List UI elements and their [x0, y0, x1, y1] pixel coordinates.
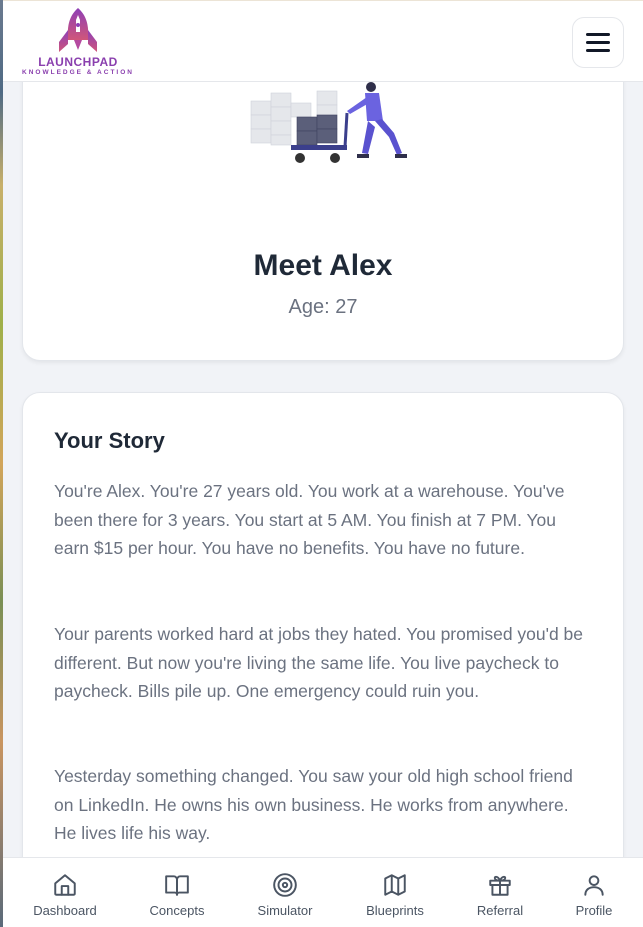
nav-item-blueprints[interactable]: Blueprints — [350, 858, 440, 927]
logo-title: LAUNCHPAD — [38, 55, 118, 69]
nav-item-referral[interactable]: Referral — [455, 858, 545, 927]
character-card: Meet Alex Age: 27 — [22, 40, 624, 361]
nav-item-concepts[interactable]: Concepts — [132, 858, 222, 927]
warehouse-worker-illustration — [250, 82, 407, 163]
menu-button[interactable] — [572, 17, 624, 68]
nav-label: Dashboard — [33, 903, 97, 918]
logo-tagline: KNOWLEDGE & ACTION — [22, 69, 134, 76]
story-title: Your Story — [54, 428, 165, 453]
book-icon — [165, 875, 189, 896]
nav-label: Referral — [476, 903, 524, 918]
user-icon — [584, 875, 604, 896]
character-age: Age: 27 — [288, 296, 358, 318]
story-paragraph: Your parents worked hard at jobs they ha… — [54, 624, 584, 701]
launchpad-logo[interactable]: LAUNCHPAD KNOWLEDGE & ACTION — [22, 6, 134, 78]
nav-item-dashboard[interactable]: Dashboard — [20, 858, 110, 927]
story-paragraph: Yesterday something changed. You saw you… — [54, 766, 573, 843]
target-icon — [273, 873, 297, 897]
nav-label: Blueprints — [366, 903, 424, 918]
nav-label: Profile — [575, 903, 613, 918]
map-icon — [384, 874, 406, 896]
rocket-icon — [59, 8, 97, 52]
nav-item-profile[interactable]: Profile — [549, 858, 639, 927]
hamburger-menu-icon — [586, 33, 610, 36]
character-name: Meet Alex — [253, 249, 393, 282]
nav-label: Concepts — [149, 903, 205, 918]
page-edge-decoration — [0, 0, 3, 927]
app-header: LAUNCHPAD KNOWLEDGE & ACTION — [0, 0, 643, 82]
gift-icon — [489, 875, 511, 896]
nav-item-simulator[interactable]: Simulator — [240, 858, 330, 927]
home-icon — [54, 874, 76, 896]
story-card: Your Story You're Alex. You're 27 years … — [22, 392, 624, 927]
story-paragraph: You're Alex. You're 27 years old. You wo… — [54, 481, 565, 558]
bottom-navigation: Dashboard Concepts Simulator Blueprints — [0, 857, 643, 927]
nav-label: Simulator — [257, 903, 313, 918]
